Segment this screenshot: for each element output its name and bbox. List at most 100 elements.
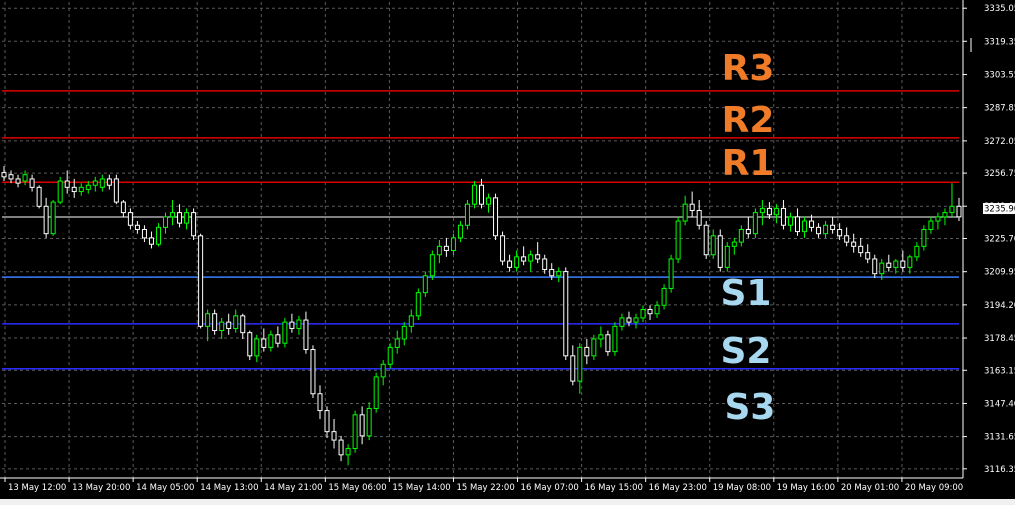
candle-body: [155, 226, 161, 245]
candle-body: [457, 224, 463, 239]
x-tick-label: 16 May 15:00: [585, 483, 643, 493]
candle: [675, 216, 681, 264]
candle: [591, 334, 597, 361]
candle-body: [612, 325, 618, 353]
candle-body: [851, 241, 857, 247]
current-price-label: 3235.90: [984, 205, 1015, 215]
candle-body: [268, 334, 274, 348]
candle-body: [619, 317, 625, 327]
candle-body: [661, 287, 667, 306]
candle-body: [127, 212, 133, 226]
candle-body: [212, 313, 218, 332]
candle-body: [71, 186, 77, 193]
candle-body: [85, 184, 91, 190]
candle-body: [310, 349, 316, 395]
candle-body: [443, 245, 449, 252]
candle-body: [15, 178, 21, 184]
candle: [464, 199, 470, 230]
candle-body: [577, 346, 583, 382]
y-tick-label: 3209.95: [984, 268, 1015, 278]
candle-body: [759, 207, 765, 214]
candle-body: [493, 197, 499, 237]
candle-body: [507, 260, 513, 268]
candle-body: [591, 338, 597, 357]
candle-body: [928, 220, 934, 230]
y-tick-label: 3194.20: [984, 301, 1015, 311]
candle-body: [500, 235, 506, 262]
candle: [113, 174, 119, 205]
candle-body: [689, 203, 695, 212]
candle-body: [177, 212, 183, 224]
candle-body: [787, 216, 793, 226]
candle-body: [556, 271, 562, 277]
candle-body: [275, 334, 281, 344]
candle-body: [120, 201, 126, 214]
y-tick-label: 3272.05: [984, 137, 1015, 147]
candle-body: [296, 319, 302, 329]
candle-body: [731, 241, 737, 247]
candle-body: [570, 355, 576, 382]
candle-body: [57, 180, 63, 203]
level-label-s1: S1: [721, 273, 772, 314]
candle-body: [893, 260, 899, 268]
candle-body: [823, 224, 829, 235]
candle-body: [64, 180, 70, 188]
y-tick-label: 3335.05: [984, 4, 1015, 14]
candle-body: [879, 262, 885, 275]
candle-body: [8, 174, 14, 180]
bottom-scrollbar: [0, 499, 1015, 505]
candle-body: [338, 439, 344, 456]
candle-body: [773, 207, 779, 216]
y-tick-label: 3256.75: [984, 169, 1015, 179]
candle: [50, 199, 56, 236]
candle-body: [633, 317, 639, 323]
candle: [752, 208, 758, 238]
candle: [191, 208, 197, 240]
level-label-r3: R3: [722, 48, 775, 89]
candle-body: [696, 210, 702, 226]
y-tick-label: 3287.85: [984, 104, 1015, 114]
candle-body: [226, 321, 232, 329]
candle-body: [935, 216, 941, 222]
candle-body: [50, 201, 56, 235]
x-tick-label: 19 May 08:00: [713, 483, 771, 493]
candle-body: [92, 180, 98, 186]
candle-body: [717, 235, 723, 268]
y-tick-label: 3116.35: [984, 465, 1015, 475]
candle-body: [43, 205, 49, 235]
level-label-s3: S3: [725, 387, 776, 428]
candle-body: [247, 332, 253, 357]
candle-body: [605, 334, 611, 353]
candle-body: [219, 321, 225, 332]
candle-body: [148, 237, 154, 245]
candle-body: [359, 414, 365, 437]
candle-body: [78, 186, 84, 193]
x-tick-label: 19 May 16:00: [777, 483, 835, 493]
candle-body: [647, 309, 653, 315]
level-label-r2: R2: [722, 100, 775, 141]
candle-body: [191, 212, 197, 237]
x-tick-label: 13 May 20:00: [72, 483, 130, 493]
candle-body: [710, 235, 716, 256]
candle-body: [289, 321, 295, 329]
candle-body: [366, 407, 372, 437]
candle: [415, 288, 421, 321]
candle-body: [1, 172, 7, 178]
candle-body: [415, 292, 421, 317]
candle-body: [134, 224, 140, 230]
candle: [212, 309, 218, 335]
candle-body: [872, 258, 878, 275]
candle-body: [198, 235, 204, 327]
x-tick-label: 20 May 09:00: [905, 483, 963, 493]
candle-body: [261, 338, 267, 348]
candle-body: [654, 304, 660, 315]
candle-body: [514, 256, 520, 268]
candle-body: [380, 363, 386, 378]
candle: [605, 330, 611, 356]
candle-body: [675, 220, 681, 260]
candle-body: [464, 203, 470, 226]
level-label-s2: S2: [721, 331, 772, 372]
candle-body: [471, 184, 477, 205]
candle: [471, 181, 477, 209]
candle-body: [373, 376, 379, 409]
